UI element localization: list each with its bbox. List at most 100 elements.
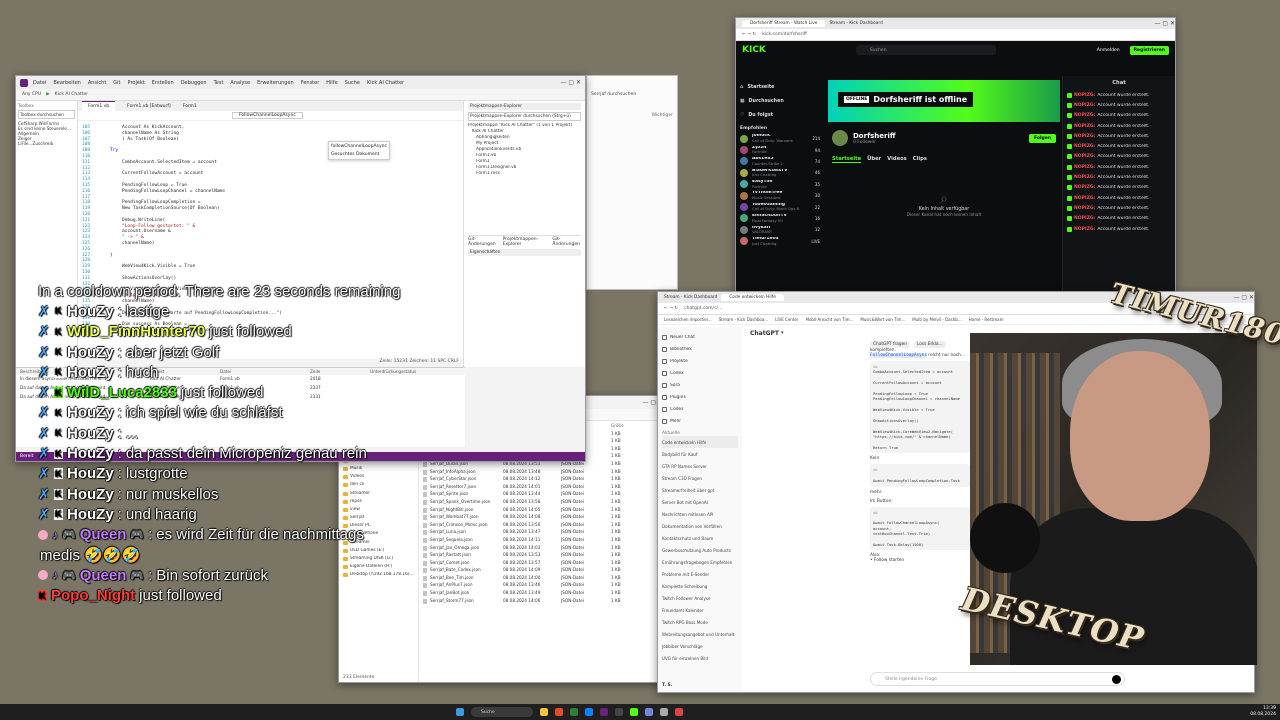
obs-icon[interactable]	[615, 708, 623, 716]
recommended-channel[interactable]: EasyTim Fortnite 35	[740, 179, 820, 190]
start-icon[interactable]	[456, 708, 464, 716]
history-item[interactable]: Gewerbsschutzung Auto Products	[662, 544, 738, 556]
sidebar-item[interactable]: Mehr	[662, 415, 738, 427]
toolbox-item[interactable]: LiFile...Zuschreib	[18, 141, 75, 146]
recommended-channel[interactable]: livykari VALORANT 12	[740, 224, 820, 235]
send-icon[interactable]	[1112, 675, 1121, 684]
recommended-channel[interactable]: TvThomTree Music Sessions 30	[740, 190, 820, 201]
channel-tab-home[interactable]: Startseite	[832, 156, 862, 163]
history-item[interactable]: Kontaktschutz und Baum	[662, 532, 738, 544]
file-row[interactable]: Serrjaf_Rastatt.json 08.08.2024 13:53 JSON…	[423, 552, 663, 560]
sidebar-item[interactable]: Projekte	[662, 355, 738, 367]
code-block-1[interactable]: vb ComboAccount.SelectedItem = account Cur…	[870, 361, 970, 454]
find-popup-scope[interactable]: Gesuchtes Dokument	[331, 152, 387, 157]
history-item[interactable]: Komplette Schreibung	[662, 580, 738, 592]
firefox-icon[interactable]	[555, 708, 563, 716]
channel-avatar[interactable]	[832, 130, 848, 146]
menu-item[interactable]: Fenster	[301, 80, 320, 86]
gpt-url[interactable]: chatgpt.com/c/...	[684, 306, 722, 311]
file-row[interactable]: Serrjaf_JanBot.json 08.08.2024 13:49 JSON-…	[423, 590, 663, 598]
bookmark[interactable]: Stream - Kick Dashboa...	[719, 317, 768, 322]
menu-item[interactable]: Test	[214, 80, 224, 86]
column-size-header[interactable]: Größe	[611, 423, 631, 431]
file-row[interactable]: Serrjaf_Storm77.json 08.08.2024 14:06 JSON…	[423, 598, 663, 606]
chat-input[interactable]: Stelle irgendeine Frage	[870, 672, 1125, 686]
menu-item[interactable]: Analyse	[230, 80, 250, 86]
browser-tab-dorfsheriff[interactable]: Dorfsheriff Stream - Watch Live	[742, 20, 826, 27]
bookmark[interactable]: Multi by Melvil - Dashb...	[912, 317, 961, 322]
history-item[interactable]: Server Bot mit OpenAI	[662, 496, 738, 508]
file-row[interactable]: Serrjaf_InfoAlpha.json 08.08.2024 13:48 JS…	[423, 469, 663, 477]
taskbar-search[interactable]: Suche	[471, 707, 533, 717]
kick-window-controls[interactable]: — ▢ ✕	[1154, 20, 1175, 27]
menu-item[interactable]: Bearbeiten	[53, 80, 80, 86]
edge-icon[interactable]	[585, 708, 593, 716]
kick-url[interactable]: kick.com/dorfsheriff	[762, 32, 807, 37]
history-item[interactable]: UVG für einzelnen Bild	[662, 652, 738, 664]
solution-search[interactable]: Projektmappen-Explorer durchsuchen (Strg…	[468, 112, 581, 121]
bookmark[interactable]: Home - Restream	[969, 317, 1004, 322]
channel-tab-clips[interactable]: Clips	[913, 156, 927, 163]
file-row[interactable]: Serrjaf_Crimson_Mimic.json 08.08.2024 13:…	[423, 522, 663, 530]
menu-item[interactable]: Git	[113, 80, 120, 86]
history-item[interactable]: Twitch RPG Boss Mode	[662, 616, 738, 628]
recommended-channel[interactable]: Abs1985 Counter-Strike 2 74	[740, 156, 820, 167]
find-popup[interactable]: followChannelLoopAsync Gesuchtes Dokumen…	[328, 141, 390, 160]
file-row[interactable]: Serrjaf_Sequela.json 08.08.2024 14:11 JSON…	[423, 537, 663, 545]
menu-item[interactable]: Hilfe	[326, 80, 337, 86]
recommended-channel[interactable]: Timur1804 Just Chatting LIVE	[740, 236, 820, 247]
channel-tab-videos[interactable]: Videos	[887, 156, 907, 163]
kick-login-button[interactable]: Anmelden	[1097, 48, 1120, 53]
tag-chatgpt-fragen[interactable]: ChatGPT fragen	[870, 341, 910, 348]
menu-item[interactable]: Debuggen	[181, 80, 207, 86]
history-item[interactable]: Ernährungsfragebogen Empfehlen	[662, 556, 738, 568]
file-row[interactable]: Serrjaf_Bee_Tim.json 08.08.2024 14:00 JSON…	[423, 575, 663, 583]
history-item[interactable]: Stream C3D Fragen	[662, 472, 738, 484]
sidebar-item[interactable]: Codes	[662, 403, 738, 415]
kick-nav-following[interactable]: ♡ Du folgst	[740, 108, 820, 122]
history-item[interactable]: Jobbiber Vorschläge	[662, 640, 738, 652]
file-row[interactable]: Serrjaf_Comet.json 08.08.2024 13:57 JSON-D…	[423, 560, 663, 568]
bookmark[interactable]: Music&Wort von Tim...	[860, 317, 905, 322]
tag-loss[interactable]: Loss Erkla...	[913, 341, 946, 348]
browser-tab-chatgpt[interactable]: Code entwickeln Hilfe	[721, 294, 784, 301]
git-changes-tab[interactable]: Git-Änderungen	[468, 237, 497, 247]
bookmark[interactable]: Lesezeichen importier...	[664, 317, 712, 322]
menu-item[interactable]: Suche	[345, 80, 360, 86]
kick-nav-browse[interactable]: ▦ Durchsuchen	[740, 94, 820, 108]
kick-search-input[interactable]: Suchen	[855, 45, 996, 55]
menu-item[interactable]: Erweiterungen	[257, 80, 294, 86]
file-row[interactable]: Serrjaf_NightBill.json 08.08.2024 14:05 JS…	[423, 507, 663, 515]
discord-icon[interactable]	[645, 708, 653, 716]
history-item[interactable]: Bodybild für Kauf	[662, 448, 738, 460]
run-icon[interactable]: ▶	[46, 92, 49, 97]
history-item[interactable]: Code entwickeln Hilfe	[662, 436, 738, 448]
history-item[interactable]: Webreitungsangebot und Unterhalt	[662, 628, 738, 640]
vs-window-controls[interactable]: — ▢ ✕	[560, 79, 581, 86]
toolbox-search[interactable]: Toolbox durchsuchen	[18, 110, 75, 119]
kick-register-button[interactable]: Registrieren	[1129, 45, 1169, 55]
platform-select[interactable]: Any CPU	[22, 92, 41, 97]
find-popup-query[interactable]: followChannelLoopAsync	[331, 144, 387, 149]
history-item[interactable]: Dokumentation von Vorfällen	[662, 520, 738, 532]
file-row[interactable]: Serrjaf_Spank_Overtime.json 08.08.2024 13…	[423, 499, 663, 507]
sidebar-item[interactable]: Bibliothek	[662, 343, 738, 355]
chrome-icon[interactable]	[570, 708, 578, 716]
visual-studio-icon[interactable]	[600, 708, 608, 716]
bookmark[interactable]: LIVE Center	[775, 317, 798, 322]
recommended-channel[interactable]: Zyzzn Fortnite 94	[740, 144, 820, 155]
gpt-nav-arrows-icon[interactable]: ← → ↻	[664, 306, 678, 311]
recommended-channel[interactable]: EinfachDuffTV Final Fantasy VII 16	[740, 213, 820, 224]
tab-form1-vb[interactable]: Form1.vb	[82, 101, 116, 111]
sidebar-item[interactable]: Codex	[662, 367, 738, 379]
file-row[interactable]: Serrjaf_AnPlus7.json 08.08.2024 13:46 JSON…	[423, 582, 663, 590]
file-row[interactable]: Serrjaf_Resetter7.json 08.08.2024 14:01 JS…	[423, 484, 663, 492]
tab-form1-designer[interactable]: Form1.vb [Entwurf]	[127, 104, 171, 109]
tab-form1[interactable]: Form1	[183, 104, 197, 109]
recommended-channel[interactable]: Jomotic Call of Duty: Warzone 214	[740, 133, 820, 144]
history-item[interactable]: Streamerfreiheit über gpt	[662, 484, 738, 496]
sidebar-item[interactable]: Plugins	[662, 391, 738, 403]
kick-icon[interactable]	[630, 708, 638, 716]
kick-address-bar[interactable]: ← → ↻ kick.com/dorfsheriff	[736, 29, 1175, 41]
menu-item[interactable]: Erstellen	[152, 80, 174, 86]
